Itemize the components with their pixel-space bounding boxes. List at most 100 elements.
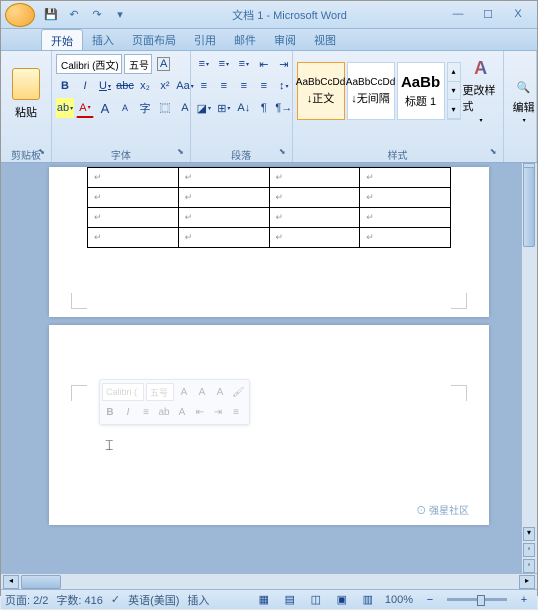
- quickaccess-more[interactable]: ▾: [110, 5, 130, 25]
- minimize-button[interactable]: —: [449, 8, 467, 21]
- status-proof-icon[interactable]: ✓: [111, 593, 120, 606]
- view-web-layout-button[interactable]: ◫: [307, 590, 325, 610]
- strike-button[interactable]: abc: [116, 76, 134, 96]
- hscroll-right-button[interactable]: ▸: [519, 575, 535, 589]
- table-row[interactable]: ↵↵↵↵: [88, 168, 451, 188]
- close-button[interactable]: X: [509, 8, 527, 21]
- table-cell[interactable]: ↵: [269, 168, 360, 188]
- tab-home[interactable]: 开始: [41, 29, 83, 50]
- sort-button[interactable]: A↓: [235, 98, 253, 118]
- zoom-slider[interactable]: [447, 598, 507, 601]
- view-print-layout-button[interactable]: ▦: [255, 590, 273, 610]
- redo-button[interactable]: ↷: [87, 5, 107, 25]
- vertical-scrollbar[interactable]: ▴ ▾ ◦ ◦: [521, 163, 537, 573]
- text-direction-button[interactable]: ¶→: [275, 98, 293, 118]
- font-color-button[interactable]: A▾: [76, 98, 94, 118]
- table-cell[interactable]: ↵: [360, 228, 451, 248]
- mini-color-button[interactable]: A: [174, 403, 190, 421]
- table-cell[interactable]: ↵: [360, 188, 451, 208]
- status-page[interactable]: 页面: 2/2: [5, 592, 48, 608]
- table-cell[interactable]: ↵: [88, 208, 179, 228]
- mini-font-select[interactable]: Calibri (: [102, 383, 144, 401]
- align-left-button[interactable]: ≡: [195, 76, 213, 96]
- zoom-out-button[interactable]: −: [421, 590, 439, 610]
- maximize-button[interactable]: ☐: [479, 8, 497, 21]
- align-right-button[interactable]: ≡: [235, 76, 253, 96]
- table-cell[interactable]: ↵: [178, 228, 269, 248]
- phonetic-guide-button[interactable]: 字: [136, 98, 154, 118]
- multilevel-button[interactable]: ≡▾: [235, 54, 253, 74]
- italic-button[interactable]: I: [76, 76, 94, 96]
- font-name-select[interactable]: Calibri (西文): [56, 54, 122, 74]
- view-full-screen-button[interactable]: ▤: [281, 590, 299, 610]
- clear-formatting-button[interactable]: A: [154, 54, 173, 74]
- status-language[interactable]: 英语(美国): [128, 592, 179, 608]
- table-cell[interactable]: ↵: [88, 188, 179, 208]
- bullets-button[interactable]: ≡▾: [195, 54, 213, 74]
- char-border-button[interactable]: ⿴: [156, 98, 174, 118]
- mini-list-button[interactable]: ≡: [228, 403, 244, 421]
- paste-button[interactable]: 粘贴: [6, 54, 46, 134]
- office-button[interactable]: [5, 3, 35, 27]
- table-cell[interactable]: ↵: [178, 208, 269, 228]
- table-cell[interactable]: ↵: [178, 168, 269, 188]
- show-marks-button[interactable]: ¶: [255, 98, 273, 118]
- zoom-percent[interactable]: 100%: [385, 594, 413, 606]
- style-no-spacing[interactable]: AaBbCcDd ↓无间隔: [347, 62, 395, 120]
- style-heading1[interactable]: AaBb 标题 1: [397, 62, 445, 120]
- view-draft-button[interactable]: ▥: [359, 590, 377, 610]
- table-row[interactable]: ↵↵↵↵: [88, 188, 451, 208]
- grow-font-button[interactable]: A: [96, 98, 114, 118]
- table-row[interactable]: ↵↵↵↵: [88, 228, 451, 248]
- mini-center-button[interactable]: ≡: [138, 403, 154, 421]
- hscroll-left-button[interactable]: ◂: [3, 575, 19, 589]
- decrease-indent-button[interactable]: ⇤: [255, 54, 273, 74]
- table-cell[interactable]: ↵: [360, 168, 451, 188]
- table-cell[interactable]: ↵: [88, 168, 179, 188]
- horizontal-scrollbar[interactable]: ◂ ▸: [1, 573, 537, 589]
- bold-button[interactable]: B: [56, 76, 74, 96]
- document-table[interactable]: ↵↵↵↵↵↵↵↵↵↵↵↵↵↵↵↵: [87, 167, 451, 248]
- borders-button[interactable]: ⊞▾: [215, 98, 233, 118]
- status-mode[interactable]: 插入: [187, 592, 209, 608]
- hscroll-thumb[interactable]: [21, 575, 61, 589]
- browse-prev-button[interactable]: ◦: [523, 543, 535, 557]
- tab-view[interactable]: 视图: [305, 29, 345, 50]
- justify-button[interactable]: ≡: [255, 76, 273, 96]
- document-area[interactable]: ↵↵↵↵↵↵↵↵↵↵↵↵↵↵↵↵ Calibri ( 五号 A A A 🖌: [1, 163, 537, 573]
- tab-mailings[interactable]: 邮件: [225, 29, 265, 50]
- scroll-down-button[interactable]: ▾: [523, 527, 535, 541]
- shading-button[interactable]: ◪▾: [195, 98, 213, 118]
- shrink-font-button[interactable]: A: [116, 98, 134, 118]
- mini-italic-button[interactable]: I: [120, 403, 136, 421]
- document-page-1[interactable]: ↵↵↵↵↵↵↵↵↵↵↵↵↵↵↵↵: [49, 167, 489, 317]
- mini-format-painter-button[interactable]: 🖌: [230, 383, 247, 401]
- status-words[interactable]: 字数: 416: [56, 592, 102, 608]
- table-cell[interactable]: ↵: [178, 188, 269, 208]
- tab-insert[interactable]: 插入: [83, 29, 123, 50]
- style-normal[interactable]: AaBbCcDd ↓正文: [297, 62, 345, 120]
- subscript-button[interactable]: x₂: [136, 76, 154, 96]
- style-scroll-down[interactable]: ▾: [448, 82, 460, 101]
- tab-references[interactable]: 引用: [185, 29, 225, 50]
- superscript-button[interactable]: x²: [156, 76, 174, 96]
- underline-button[interactable]: U▾: [96, 76, 114, 96]
- scroll-thumb[interactable]: [523, 167, 535, 247]
- table-cell[interactable]: ↵: [88, 228, 179, 248]
- increase-indent-button[interactable]: ⇥: [275, 54, 293, 74]
- view-outline-button[interactable]: ▣: [333, 590, 351, 610]
- mini-styles-button[interactable]: A: [212, 383, 228, 401]
- table-cell[interactable]: ↵: [269, 208, 360, 228]
- mini-indent-dec-button[interactable]: ⇤: [192, 403, 208, 421]
- numbering-button[interactable]: ≡▾: [215, 54, 233, 74]
- save-button[interactable]: 💾: [41, 5, 61, 25]
- mini-size-select[interactable]: 五号: [146, 383, 174, 401]
- change-styles-button[interactable]: A 更改样式 ▾: [463, 58, 499, 124]
- mini-shrink-button[interactable]: A: [194, 383, 210, 401]
- undo-button[interactable]: ↶: [64, 5, 84, 25]
- table-row[interactable]: ↵↵↵↵: [88, 208, 451, 228]
- highlight-button[interactable]: ab▾: [56, 98, 74, 118]
- browse-next-button[interactable]: ◦: [523, 559, 535, 573]
- document-page-2[interactable]: Calibri ( 五号 A A A 🖌 B I ≡ ab A ⇤ ⇥ ≡: [49, 325, 489, 525]
- font-size-select[interactable]: 五号: [124, 54, 152, 74]
